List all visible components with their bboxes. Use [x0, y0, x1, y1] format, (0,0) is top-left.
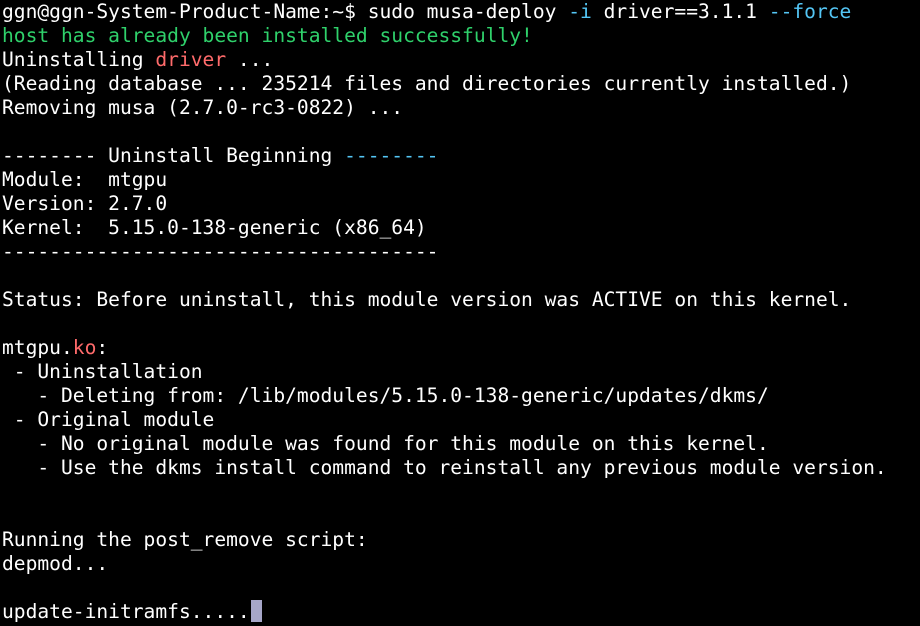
terminal-line: -------- Uninstall Beginning -------- — [2, 144, 920, 168]
terminal-text: - Uninstallation — [2, 360, 203, 383]
terminal-text: update-initramfs..... — [2, 600, 250, 623]
terminal-text: - Deleting from: /lib/modules/5.15.0-138… — [2, 384, 769, 407]
terminal-text: Removing musa (2.7.0-rc3-0822) ... — [2, 96, 404, 119]
terminal-line: mtgpu.ko: — [2, 336, 920, 360]
terminal-text: Version: 2.7.0 — [2, 192, 168, 215]
terminal-text: Module: mtgpu — [2, 168, 168, 191]
terminal-text: mtgpu. — [2, 336, 73, 359]
terminal-text: -------- — [344, 144, 439, 167]
terminal-text: driver — [155, 48, 227, 71]
terminal-window[interactable]: ggn@ggn-System-Product-Name:~$ sudo musa… — [0, 0, 920, 626]
terminal-text: - Original module — [2, 408, 215, 431]
terminal-text: ------------------------------------- — [2, 240, 439, 263]
terminal-text: Status: Before uninstall, this module ve… — [2, 288, 852, 311]
terminal-text: -------- Uninstall Beginning — [2, 144, 345, 167]
terminal-line: Status: Before uninstall, this module ve… — [2, 288, 920, 312]
terminal-text: ggn@ggn-System-Product-Name:~$ sudo musa… — [2, 0, 569, 23]
terminal-text: (Reading database ... 235214 files and d… — [2, 72, 852, 95]
terminal-line: (Reading database ... 235214 files and d… — [2, 72, 920, 96]
terminal-text: - No original module was found for this … — [2, 432, 769, 455]
terminal-line: Module: mtgpu — [2, 168, 920, 192]
terminal-text: host has already been installed successf… — [2, 24, 533, 47]
terminal-line: depmod... — [2, 552, 920, 576]
terminal-line: - No original module was found for this … — [2, 432, 920, 456]
terminal-line: Running the post_remove script: — [2, 528, 920, 552]
terminal-text: ... — [226, 48, 274, 71]
terminal-text: - Use the dkms install command to reinst… — [2, 456, 887, 479]
terminal-text: --force — [768, 0, 852, 23]
terminal-line: Kernel: 5.15.0-138-generic (x86_64) — [2, 216, 920, 240]
terminal-line: - Original module — [2, 408, 920, 432]
terminal-text: driver==3.1.1 — [591, 0, 769, 23]
terminal-text: depmod... — [2, 552, 109, 575]
terminal-text: Running the post_remove script: — [2, 528, 368, 551]
terminal-line: update-initramfs..... — [2, 600, 920, 624]
terminal-line: ggn@ggn-System-Product-Name:~$ sudo musa… — [2, 0, 920, 24]
terminal-text: ko — [72, 336, 97, 359]
terminal-line: Removing musa (2.7.0-rc3-0822) ... — [2, 96, 920, 120]
terminal-line: Uninstalling driver ... — [2, 48, 920, 72]
terminal-line: Version: 2.7.0 — [2, 192, 920, 216]
terminal-line: ------------------------------------- — [2, 240, 920, 264]
terminal-line: host has already been installed successf… — [2, 24, 920, 48]
terminal-cursor — [250, 600, 262, 622]
terminal-line: - Uninstallation — [2, 360, 920, 384]
terminal-text: Uninstalling — [2, 48, 156, 71]
terminal-text: -i — [568, 0, 592, 23]
terminal-line: - Deleting from: /lib/modules/5.15.0-138… — [2, 384, 920, 408]
terminal-line: - Use the dkms install command to reinst… — [2, 456, 920, 480]
terminal-text: Kernel: 5.15.0-138-generic (x86_64) — [2, 216, 427, 239]
terminal-text: : — [96, 336, 109, 359]
